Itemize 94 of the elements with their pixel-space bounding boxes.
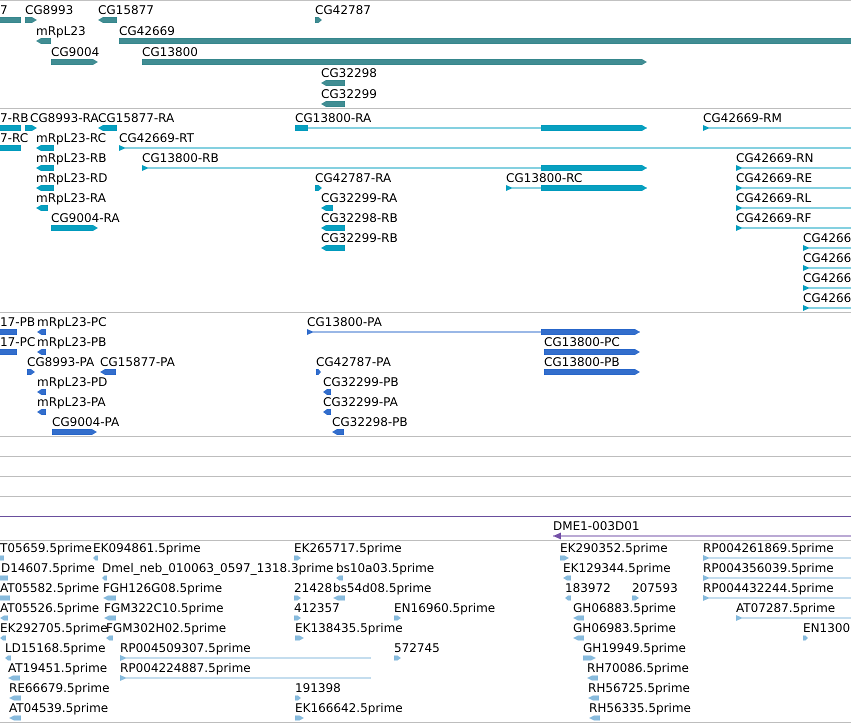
feature-label: 7-RC — [0, 131, 28, 145]
feature-label: D14607.5prime — [1, 561, 95, 575]
feature-label: EK094861.5prime — [93, 541, 201, 555]
feature-label: CG8993-RA — [30, 111, 99, 125]
feature-label: CG13800-RC — [506, 171, 582, 185]
feature-label: EK265717.5prime — [294, 541, 402, 555]
feature-label: 191398 — [295, 681, 341, 695]
feature-label: CG4266 — [803, 251, 851, 265]
feature-label: T05659.5prime — [0, 541, 92, 555]
feature-label: CG32299-PA — [323, 395, 398, 409]
feature-label: 412357 — [294, 601, 340, 615]
feature-label: CG42669-RL — [736, 191, 812, 205]
feature-label: RP004509307.5prime — [120, 641, 251, 655]
feature-label: EK166642.5prime — [295, 701, 403, 715]
feature-label: CG42669-RE — [736, 171, 812, 185]
feature-label: CG42787-PA — [316, 355, 391, 369]
feature-label: LD15168.5prime — [5, 641, 106, 655]
feature-label: CG32298 — [321, 66, 377, 80]
feature-label: RH56725.5prime — [588, 681, 690, 695]
feature-label: CG9004-RA — [51, 211, 120, 225]
feature-label: GH19949.5prime — [583, 641, 686, 655]
feature-label: FGM302H02.5prime — [106, 621, 226, 635]
feature-label: CG32298-RB — [321, 211, 398, 225]
feature-label: 17-PB — [0, 315, 36, 329]
feature-label: CG13800-RA — [295, 111, 372, 125]
feature-label: Dmel_neb_010063_0597_1318.3prime — [102, 561, 334, 575]
feature-label: RE66679.5prime — [9, 681, 110, 695]
feature-label: CG8993 — [25, 3, 74, 17]
feature-label: mRpL23-PB — [37, 335, 106, 349]
feature-label: RP004261869.5prime — [703, 541, 834, 555]
feature-label: GH06983.5prime — [573, 621, 676, 635]
feature-label: mRpL23-RB — [36, 151, 106, 165]
feature-label: mRpL23-PD — [37, 375, 108, 389]
feature-label: RP004356039.5prime — [703, 561, 834, 575]
feature-label: FGM322C10.5prime — [104, 601, 224, 615]
feature-label: CG32299-PB — [323, 375, 399, 389]
feature-label: CG13800-PB — [544, 355, 620, 369]
feature-label: bs54d08.5prime — [333, 581, 432, 595]
feature-label: EK129344.5prime — [563, 561, 671, 575]
feature-label: CG42787-RA — [315, 171, 392, 185]
feature-label: mRpL23-PA — [37, 395, 106, 409]
feature-label: 7 — [0, 3, 8, 17]
feature-label: AT04539.5prime — [9, 701, 108, 715]
feature-label: CG42669-RM — [703, 111, 782, 125]
feature-label: CG13800-RB — [142, 151, 219, 165]
feature-label: CG13800-PA — [307, 315, 382, 329]
feature-label: RP004224887.5prime — [120, 661, 251, 675]
feature-label: CG42669 — [119, 24, 175, 38]
feature-label: RH70086.5prime — [587, 661, 689, 675]
feature-label: RP004432244.5prime — [703, 581, 834, 595]
feature-label: CG15877 — [98, 3, 154, 17]
feature-label: CG13800-PC — [544, 335, 620, 349]
feature-label: AT07287.5prime — [736, 601, 836, 615]
feature-label: EN16960.5prime — [394, 601, 496, 615]
feature-label: CG15877-PA — [100, 355, 175, 369]
feature-label: GH06883.5prime — [573, 601, 676, 615]
feature-label: CG8993-PA — [27, 355, 94, 369]
feature-label: CG4266 — [803, 231, 851, 245]
feature-label: EK138435.5prime — [295, 621, 403, 635]
feature-label: 207593 — [632, 581, 678, 595]
feature-label: EK292705.5prime — [0, 621, 108, 635]
feature-label: EN1300 — [803, 621, 850, 635]
feature-label: 21428 — [294, 581, 332, 595]
feature-label: CG32299-RB — [321, 231, 398, 245]
feature-label: RH56335.5prime — [589, 701, 691, 715]
feature-label: mRpL23 — [36, 24, 86, 38]
feature-label: AT05526.5prime — [0, 601, 100, 615]
feature-label: 7-RB — [0, 111, 29, 125]
feature-label: 17-PC — [0, 335, 36, 349]
feature-label: mRpL23-RD — [36, 171, 108, 185]
feature-label: 572745 — [394, 641, 440, 655]
feature-label: CG42787 — [315, 3, 371, 17]
feature-label: CG13800 — [142, 45, 198, 59]
feature-label: EK290352.5prime — [560, 541, 668, 555]
feature-label: mRpL23-RA — [36, 191, 106, 205]
feature-label: CG4266 — [803, 291, 851, 305]
feature-label: CG9004-PA — [52, 415, 120, 429]
feature-label: DME1-003D01 — [553, 519, 640, 533]
feature-label: AT05582.5prime — [0, 581, 100, 595]
feature-label: bs10a03.5prime — [336, 561, 434, 575]
feature-label: 183972 — [565, 581, 611, 595]
feature-label: CG42669-RF — [736, 211, 812, 225]
feature-label: CG32299-RA — [321, 191, 398, 205]
feature-label: CG32298-PB — [332, 415, 408, 429]
feature-label: CG42669-RN — [736, 151, 814, 165]
feature-label: mRpL23-RC — [36, 131, 106, 145]
feature-label: AT19451.5prime — [8, 661, 108, 675]
feature-label: CG4266 — [803, 271, 851, 285]
feature-label: CG15877-RA — [98, 111, 174, 125]
feature-label: FGH126G08.5prime — [103, 581, 222, 595]
feature-label: CG9004 — [51, 45, 100, 59]
feature-label: CG42669-RT — [119, 131, 194, 145]
feature-label: CG32299 — [321, 87, 377, 101]
feature-label: mRpL23-PC — [37, 315, 107, 329]
